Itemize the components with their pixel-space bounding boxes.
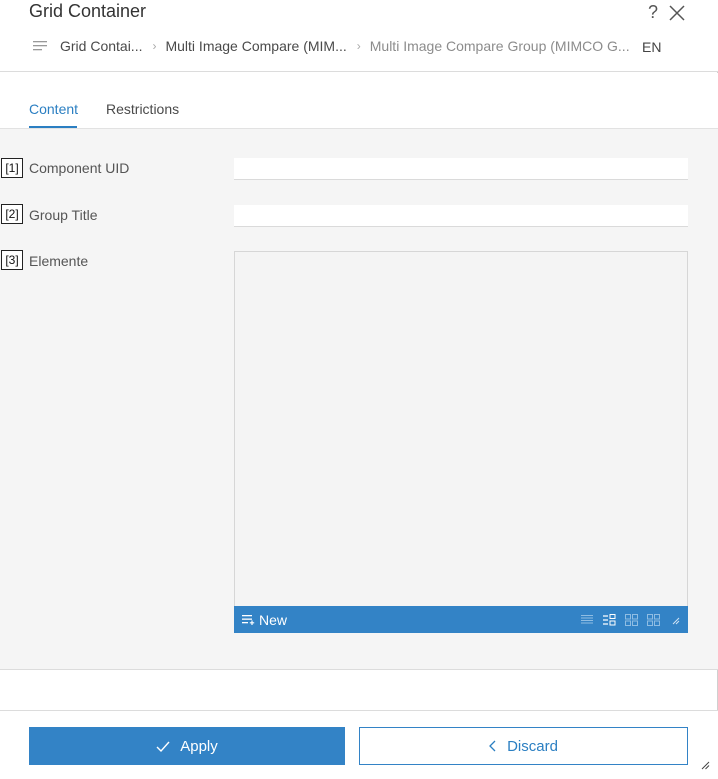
tiles-view-icon[interactable]	[646, 613, 660, 627]
field-index-badge: [1]	[1, 158, 23, 178]
apply-label: Apply	[180, 737, 218, 755]
breadcrumb-item-multi-image-compare[interactable]: Multi Image Compare (MIM...	[165, 38, 346, 54]
tab-content[interactable]: Content	[29, 101, 78, 117]
menu-lines-icon	[33, 41, 47, 51]
resize-handle-icon[interactable]	[668, 613, 682, 627]
list-view-icon[interactable]	[580, 613, 594, 627]
dialog-footer: Apply Discard	[0, 710, 718, 779]
grid-view-icon[interactable]	[624, 613, 638, 627]
elemente-label: Elemente	[29, 253, 89, 269]
dialog-title: Grid Container	[29, 1, 147, 21]
tree-view-icon[interactable]	[602, 613, 616, 627]
field-index-badge: [2]	[1, 204, 23, 224]
help-icon[interactable]: ?	[648, 1, 658, 23]
field-index-badge: [3]	[1, 250, 23, 270]
breadcrumb: Grid Contai... › Multi Image Compare (MI…	[33, 37, 630, 55]
discard-button[interactable]: Discard	[359, 727, 688, 765]
language-selector[interactable]: EN	[642, 39, 661, 55]
component-uid-input[interactable]	[234, 158, 688, 180]
group-title-input[interactable]	[234, 205, 688, 227]
close-icon[interactable]	[668, 4, 686, 22]
discard-label: Discard	[507, 737, 558, 755]
dialog-header: Grid Container ? Grid Contai... › Multi …	[0, 0, 718, 72]
new-item-label: New	[259, 611, 288, 628]
multifield-toolbar: New	[234, 606, 688, 633]
breadcrumb-item-grid-container[interactable]: Grid Contai...	[60, 38, 142, 54]
apply-button[interactable]: Apply	[29, 727, 345, 765]
breadcrumb-separator: ›	[152, 39, 157, 53]
chevron-left-icon	[489, 740, 496, 752]
view-mode-icons	[572, 606, 682, 633]
active-tab-indicator	[29, 126, 77, 128]
grid-container-dialog: Grid Container ? Grid Contai... › Multi …	[0, 0, 718, 779]
breadcrumb-separator: ›	[356, 39, 361, 53]
dialog-resize-icon[interactable]	[700, 760, 710, 770]
content-panel: [1] Component UID [2] Group Title [3] El…	[0, 129, 718, 670]
add-list-icon	[242, 615, 255, 625]
new-item-button[interactable]: New	[242, 612, 287, 628]
tab-bar: Content Restrictions	[0, 73, 718, 129]
component-uid-label: Component UID	[29, 160, 130, 176]
checkmark-icon	[156, 741, 170, 752]
breadcrumb-item-current: Multi Image Compare Group (MIMCO G...	[369, 38, 630, 54]
tab-restrictions[interactable]: Restrictions	[106, 101, 179, 117]
elemente-multifield-area[interactable]	[234, 251, 688, 633]
group-title-label: Group Title	[29, 207, 98, 223]
